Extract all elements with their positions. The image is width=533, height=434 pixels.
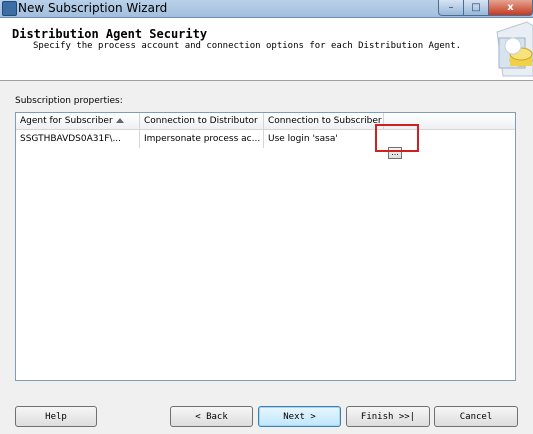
title-bar[interactable]: New Subscription Wizard – □ x: [0, 0, 533, 18]
cell-subscriber[interactable]: Use login 'sasa': [264, 130, 384, 148]
page-title: Distribution Agent Security: [12, 27, 208, 41]
finish-button-label: Finish >>|: [360, 411, 416, 422]
cancel-button-label: Cancel: [459, 411, 493, 422]
help-button[interactable]: Help: [15, 406, 97, 427]
next-button[interactable]: Next >: [258, 406, 341, 427]
sort-ascending-icon: [116, 118, 124, 123]
back-button-label: < Back: [195, 411, 228, 422]
grid-header: Agent for Subscriber Connection to Distr…: [16, 113, 515, 130]
column-header-subscriber[interactable]: Connection to Subscriber: [264, 113, 384, 129]
database-wizard-graphic: [496, 21, 533, 77]
column-header-distributor[interactable]: Connection to Distributor: [140, 113, 264, 129]
subscription-properties-label: Subscription properties:: [15, 96, 123, 106]
subscription-grid[interactable]: Agent for Subscriber Connection to Distr…: [15, 112, 516, 381]
cell-distributor[interactable]: Impersonate process ac...: [140, 130, 264, 148]
highlight-box: [375, 124, 419, 152]
table-row[interactable]: SSGTHBAVDS0A31F\... Impersonate process …: [16, 130, 515, 159]
wizard-header: Distribution Agent Security Specify the …: [0, 18, 533, 81]
finish-button[interactable]: Finish >>|: [346, 406, 430, 427]
page-subtitle: Specify the process account and connecti…: [33, 41, 462, 51]
window-controls: – □ x: [438, 0, 533, 16]
window-title: New Subscription Wizard: [18, 1, 168, 15]
wizard-app-icon: [2, 1, 17, 16]
cell-agent[interactable]: SSGTHBAVDS0A31F\...: [16, 130, 140, 148]
cancel-button[interactable]: Cancel: [434, 406, 518, 427]
next-button-label: Next >: [283, 411, 316, 422]
close-button[interactable]: x: [489, 0, 533, 16]
maximize-button[interactable]: □: [464, 0, 489, 16]
back-button[interactable]: < Back: [170, 406, 253, 427]
minimize-button[interactable]: –: [438, 0, 464, 16]
help-button-label: Help: [45, 411, 67, 422]
